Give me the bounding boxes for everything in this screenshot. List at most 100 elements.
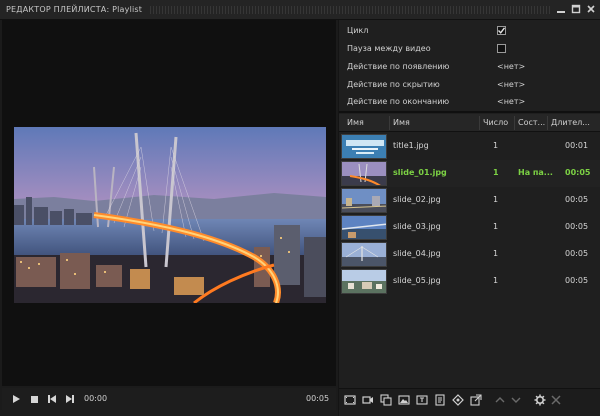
add-camera-button[interactable] [361, 393, 375, 407]
on-end-value[interactable]: <нет> [497, 97, 525, 106]
film-icon [344, 395, 356, 405]
row-duration: 00:01 [565, 141, 589, 150]
settings-button[interactable] [533, 393, 547, 407]
minimize-button[interactable] [555, 3, 567, 15]
column-header-name[interactable]: Имя [393, 118, 410, 127]
checkmark-icon [497, 27, 506, 34]
divider [339, 111, 600, 113]
pause-checkbox[interactable] [497, 44, 506, 53]
maximize-button[interactable] [570, 3, 582, 15]
thumbnail-image [341, 134, 387, 159]
bridge-photo [14, 127, 326, 303]
close-button[interactable] [585, 3, 597, 15]
property-pause: Пауза между видео [339, 40, 600, 58]
loop-checkbox[interactable] [497, 26, 506, 35]
on-hide-value[interactable]: <нет> [497, 80, 525, 89]
row-count: 1 [493, 222, 499, 231]
table-row[interactable]: slide_02.jpg 1 00:05 [339, 187, 600, 214]
external-link-icon [470, 394, 482, 406]
on-hide-label: Действие по скрытию [347, 80, 440, 89]
delete-button[interactable] [549, 393, 563, 407]
title-bar-grip[interactable] [150, 6, 550, 14]
row-duration: 00:05 [565, 168, 591, 177]
row-count: 1 [493, 195, 499, 204]
column-header-count[interactable]: Число [483, 118, 508, 127]
row-duration: 00:05 [565, 195, 589, 204]
column-header-duration[interactable]: Длител... [551, 118, 590, 127]
column-divider[interactable] [514, 116, 515, 130]
playlist-toolbar [339, 388, 600, 410]
current-time: 00:00 [84, 394, 108, 403]
diamond-icon [452, 394, 464, 406]
column-divider[interactable] [389, 116, 390, 130]
property-on-hide: Действие по скрытию <нет> [339, 76, 600, 94]
play-icon [13, 395, 20, 403]
document-icon [435, 394, 445, 406]
table-row[interactable]: slide_01.jpg 1 На па... 00:05 [339, 160, 600, 187]
property-loop: Цикл [339, 22, 600, 40]
window-title: РЕДАКТОР ПЛЕЙЛИСТА: Playlist [6, 5, 143, 14]
text-frame-icon [416, 395, 428, 405]
move-up-button[interactable] [493, 393, 507, 407]
thumbnail-image [341, 215, 387, 240]
copy-button[interactable] [379, 393, 393, 407]
stop-icon [31, 396, 38, 403]
row-name: slide_05.jpg [393, 276, 441, 285]
pause-label: Пауза между видео [347, 44, 431, 53]
row-duration: 00:05 [565, 222, 589, 231]
table-header: Имя Имя Число Сост... Длител... [339, 114, 600, 132]
add-title-button[interactable] [415, 393, 429, 407]
property-on-end: Действие по окончанию <нет> [339, 93, 600, 111]
thumbnail-image [341, 161, 387, 186]
row-state: На па... [518, 168, 553, 177]
image-icon [398, 395, 410, 405]
row-count: 1 [493, 276, 499, 285]
row-name: slide_03.jpg [393, 222, 441, 231]
player-controls: 00:00 00:05 [2, 388, 336, 410]
thumbnail-image [341, 269, 387, 294]
add-effect-button[interactable] [451, 393, 465, 407]
table-row[interactable]: title1.jpg 1 00:01 [339, 133, 600, 160]
row-name: title1.jpg [393, 141, 429, 150]
column-header-thumbnail[interactable]: Имя [347, 118, 364, 127]
thumbnail-image [341, 242, 387, 267]
close-icon [551, 395, 561, 405]
minimize-icon [557, 11, 565, 13]
table-row[interactable]: slide_04.jpg 1 00:05 [339, 241, 600, 268]
on-show-value[interactable]: <нет> [497, 62, 525, 71]
row-count: 1 [493, 249, 499, 258]
play-button[interactable] [10, 393, 22, 405]
skip-forward-icon [66, 395, 74, 403]
row-duration: 00:05 [565, 276, 589, 285]
export-button[interactable] [469, 393, 483, 407]
previous-button[interactable] [46, 393, 58, 405]
add-video-button[interactable] [343, 393, 357, 407]
row-name: slide_02.jpg [393, 195, 441, 204]
copy-icon [380, 394, 392, 406]
loop-label: Цикл [347, 26, 369, 35]
stop-button[interactable] [28, 393, 40, 405]
on-end-label: Действие по окончанию [347, 97, 450, 106]
camera-icon [362, 396, 373, 404]
row-count: 1 [493, 168, 499, 177]
move-down-button[interactable] [509, 393, 523, 407]
column-divider[interactable] [479, 116, 480, 130]
add-image-button[interactable] [397, 393, 411, 407]
video-frame-image [14, 127, 326, 303]
column-header-state[interactable]: Сост... [518, 118, 545, 127]
property-on-show: Действие по появлению <нет> [339, 58, 600, 76]
skip-back-icon [48, 395, 56, 403]
next-button[interactable] [64, 393, 76, 405]
row-name: slide_01.jpg [393, 168, 447, 177]
thumbnail-image [341, 188, 387, 213]
column-divider[interactable] [547, 116, 548, 130]
add-document-button[interactable] [433, 393, 447, 407]
table-row[interactable]: slide_05.jpg 1 00:05 [339, 268, 600, 295]
table-row[interactable]: slide_03.jpg 1 00:05 [339, 214, 600, 241]
playlist-panel: Цикл Пауза между видео Действие по появл… [338, 20, 600, 416]
chevron-up-icon [495, 397, 505, 403]
total-time: 00:05 [306, 394, 330, 403]
video-preview [2, 20, 336, 386]
title-bar: РЕДАКТОР ПЛЕЙЛИСТА: Playlist [0, 0, 600, 20]
close-icon [587, 5, 595, 13]
